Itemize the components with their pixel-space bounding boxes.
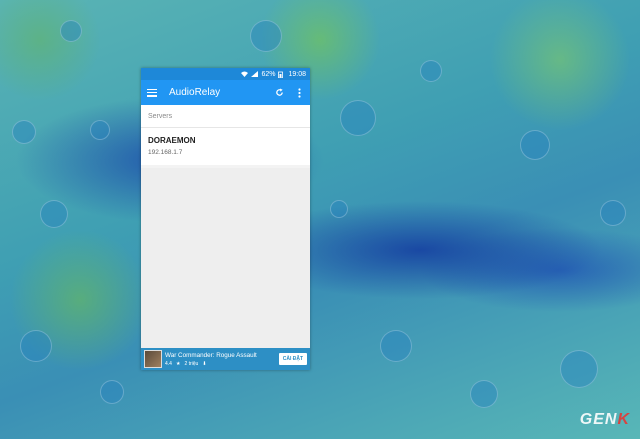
app-bar: AudioRelay — [141, 80, 310, 105]
ad-thumbnail — [144, 350, 162, 368]
genk-watermark-logo: GENK — [579, 411, 630, 428]
ad-installs: 2 triệu — [184, 360, 199, 367]
empty-list-area — [141, 168, 310, 348]
star-icon: ★ — [175, 360, 181, 367]
battery-icon — [278, 71, 285, 79]
server-item-doraemon[interactable]: DORAEMON 192.168.1.7 — [141, 128, 310, 165]
server-list: Servers DORAEMON 192.168.1.7 — [141, 105, 310, 165]
ad-rating: 4.4 — [165, 360, 172, 367]
status-time: 19:08 — [288, 70, 306, 78]
status-bar: 62% 19:08 — [141, 68, 310, 80]
server-ip: 192.168.1.7 — [148, 149, 183, 156]
battery-percent: 62% — [261, 70, 276, 78]
app-title: AudioRelay — [169, 87, 221, 98]
servers-section-header: Servers — [141, 105, 310, 128]
more-options-icon[interactable] — [294, 87, 304, 98]
server-name: DORAEMON — [148, 136, 196, 145]
wifi-icon — [241, 71, 249, 77]
install-button[interactable]: CÀI ĐẶT — [278, 353, 307, 365]
ad-banner[interactable]: War Commander: Rogue Assault 4.4 ★ 2 tri… — [141, 348, 310, 370]
download-icon: ⬇ — [202, 360, 207, 367]
ad-title: War Commander: Rogue Assault — [165, 351, 257, 359]
menu-icon[interactable] — [147, 88, 157, 97]
refresh-icon[interactable] — [274, 88, 284, 98]
signal-icon — [251, 71, 259, 77]
phone-screen: 62% 19:08 AudioRelay Servers DORAEMON 19… — [141, 68, 310, 370]
